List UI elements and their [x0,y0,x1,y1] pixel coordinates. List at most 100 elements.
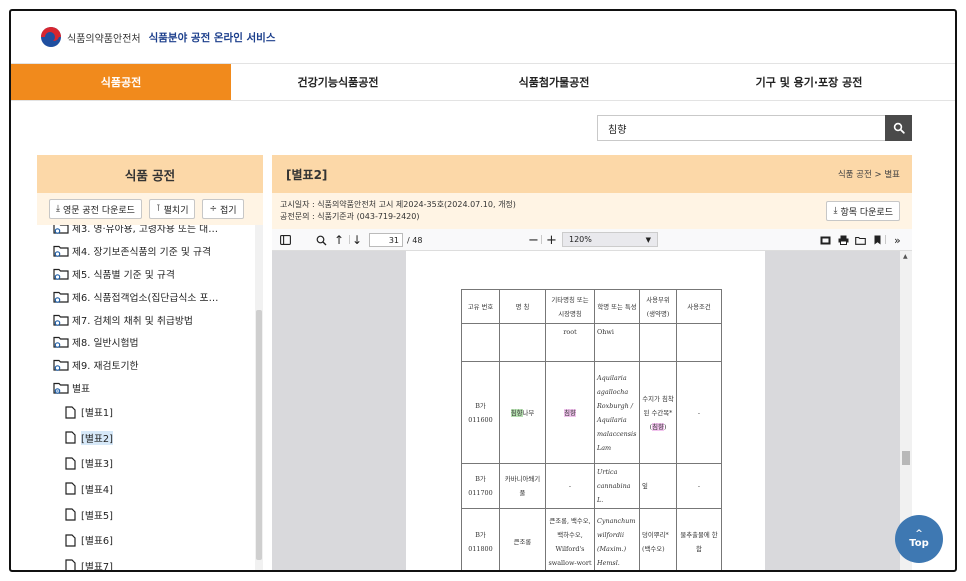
more-tools-icon[interactable]: » [894,229,901,251]
bookmark-icon[interactable] [874,229,881,251]
page-number-input[interactable]: 31 [369,233,403,247]
tree-item-label: 제7. 검체의 채취 및 취급방법 [72,315,193,327]
table-row: B가011700 카바니아쐐기풀 - Urtica cannabina L. 잎… [461,463,722,509]
table-header-cell: 명 칭 [499,289,546,324]
file-icon [65,534,76,547]
collapse-button[interactable]: ÷ 접기 [202,199,244,219]
table-cell: 물추출물에 한함 [676,508,722,570]
folder-icon [53,225,69,235]
notice-info: 고시일자 : 식품의약품안전처 고시 제2024-35호(2024.07.10,… [280,199,516,223]
tree-item[interactable]: [별표1] [37,399,255,425]
tree-item-label: 제5. 식품별 기준 및 규격 [72,269,175,281]
table-cell: Ohwi [594,323,640,362]
tree-item[interactable]: [별표5] [37,502,255,528]
tab-food-code[interactable]: 식품공전 [11,64,231,100]
tab-health-functional-food[interactable]: 건강기능식품공전 [231,64,445,100]
table-cell: B가011600 [461,361,500,464]
tree-item-label: [별표2] [81,430,113,445]
tree-item-open-folder[interactable]: 별표 [37,377,255,400]
zoom-select[interactable]: 120% ▼ [562,232,658,247]
tree-item[interactable]: [별표4] [37,476,255,502]
tree-item[interactable]: 제8. 일반시험법 [37,331,255,354]
breadcrumb[interactable]: 식품 공전 > 별표 [838,168,900,180]
find-icon[interactable] [316,229,327,251]
file-icon [65,482,76,496]
table-cell: B가011700 [461,463,500,509]
search-icon [893,122,905,134]
next-page-icon[interactable]: ↓ [352,229,362,251]
tree-item[interactable]: [별표6] [37,527,255,553]
item-download-button[interactable]: ⤓ 항목 다운로드 [826,201,900,221]
collapse-icon: ÷ [209,204,218,214]
site-header: 식품의약품안전처 식품분야 공전 온라인 서비스 [11,11,955,63]
print-icon[interactable] [838,229,849,251]
browser-frame: 식품의약품안전처 식품분야 공전 온라인 서비스 식품공전 건강기능식품공전 식… [9,9,957,572]
tree-item[interactable]: [별표3] [37,451,255,477]
pdf-scrollbar-thumb[interactable] [902,451,910,465]
collapse-label: 접기 [220,205,237,216]
tree-item[interactable]: 제9. 재검토기한 [37,354,255,377]
table-cell: 덩이뿌리*(백수오) [639,508,677,570]
english-download-button[interactable]: ⤓ 영문 공전 다운로드 [49,199,142,219]
tree-item-label: [별표3] [81,459,113,471]
tree-item[interactable]: 제5. 식품별 기준 및 규격 [37,263,255,286]
table-cell [461,323,500,362]
scroll-up-icon[interactable]: ▲ [903,253,908,260]
tree-item[interactable]: 제4. 장기보존식품의 기준 및 규격 [37,240,255,263]
table-cell: - [676,361,722,464]
tree-item-label: [별표6] [81,536,113,548]
zoom-in-icon[interactable]: + [546,229,557,251]
table-cell: Aquilaria agallocha Roxburgh / Aquilaria… [594,361,640,464]
presentation-mode-icon[interactable] [820,229,831,251]
table-cell: root [545,323,595,362]
table-cell: 카바니아쐐기풀 [499,463,546,509]
folder-icon [53,314,69,326]
table-cell: B가011800 [461,508,500,570]
tree-item-label: [별표1] [81,408,113,420]
tab-food-additives[interactable]: 식품첨가물공전 [445,64,663,100]
tree-item-label: 제8. 일반시험법 [72,338,139,350]
search-button[interactable] [885,115,912,141]
org-name[interactable]: 식품의약품안전처 [67,30,141,45]
left-panel-title: 식품 공전 [37,155,263,193]
tree-scrollbar-thumb[interactable] [256,310,262,560]
tree-item-label: [별표5] [81,510,113,522]
search-input[interactable] [597,115,885,141]
service-name[interactable]: 식품분야 공전 온라인 서비스 [149,30,276,45]
back-to-top-button[interactable]: ^ Top [895,515,943,563]
tree-item[interactable]: 제7. 검체의 채취 및 취급방법 [37,308,255,331]
left-panel: 식품 공전 ⤓ 영문 공전 다운로드 ⊺ 펼치기 ÷ 접기 제3. 영·유아용,… [37,155,263,570]
expand-button[interactable]: ⊺ 펼치기 [148,199,196,219]
tree-scrollbar[interactable] [255,225,263,570]
save-icon[interactable] [855,229,866,251]
search-highlight: 침향 [652,422,664,431]
folder-icon [53,246,69,257]
item-download-label: 항목 다운로드 [840,207,893,218]
pdf-viewer[interactable]: 고유 번호 명 칭 기타명칭 또는 시장명칭 학명 또는 특성 사용부위 (생약… [272,251,912,570]
total-pages: / 48 [407,235,423,245]
table-header-cell: 사용조건 [676,289,722,324]
prev-page-icon[interactable]: ↑ [334,229,344,251]
tree-item[interactable]: [별표7] [37,553,255,570]
tree-item-label: [별표4] [81,484,113,496]
tree-item-selected[interactable]: [별표2] [37,425,255,451]
table-row: B가011800 큰조롱 큰조롱, 백수오, 백하수오, Wilford's s… [461,508,722,570]
chevron-up-icon: ^ [915,528,923,539]
tab-utensils-packaging[interactable]: 기구 및 용기·포장 공전 [663,64,955,100]
right-panel-header: [별표2] 식품 공전 > 별표 [272,155,912,193]
table-cell: Cynanchum wilfordii (Maxim.) Hemsl. [594,508,640,570]
file-icon [65,431,76,444]
table-header-cell: 기타명칭 또는 시장명칭 [545,289,595,324]
sidebar-toggle-icon[interactable] [280,229,291,251]
table-cell-text: 나무 [522,408,535,417]
expand-icon: ⊺ [155,204,161,214]
government-logo-icon[interactable] [41,27,61,47]
table-cell [676,323,722,362]
table-header-row: 고유 번호 명 칭 기타명칭 또는 시장명칭 학명 또는 특성 사용부위 (생약… [461,289,722,324]
tree-item[interactable]: 제3. 영·유아용, 고령자용 또는 대… [37,225,255,240]
zoom-out-icon[interactable]: − [528,229,539,251]
tree-item[interactable]: 제6. 식품접객업소(집단급식소 포… [37,285,255,308]
pdf-page: 고유 번호 명 칭 기타명칭 또는 시장명칭 학명 또는 특성 사용부위 (생약… [406,251,765,570]
tree-item-label: 별표 [72,383,91,395]
pdf-toolbar: ↑ ↓ | 31 / 48 − | + 120% ▼ | » [272,229,912,251]
